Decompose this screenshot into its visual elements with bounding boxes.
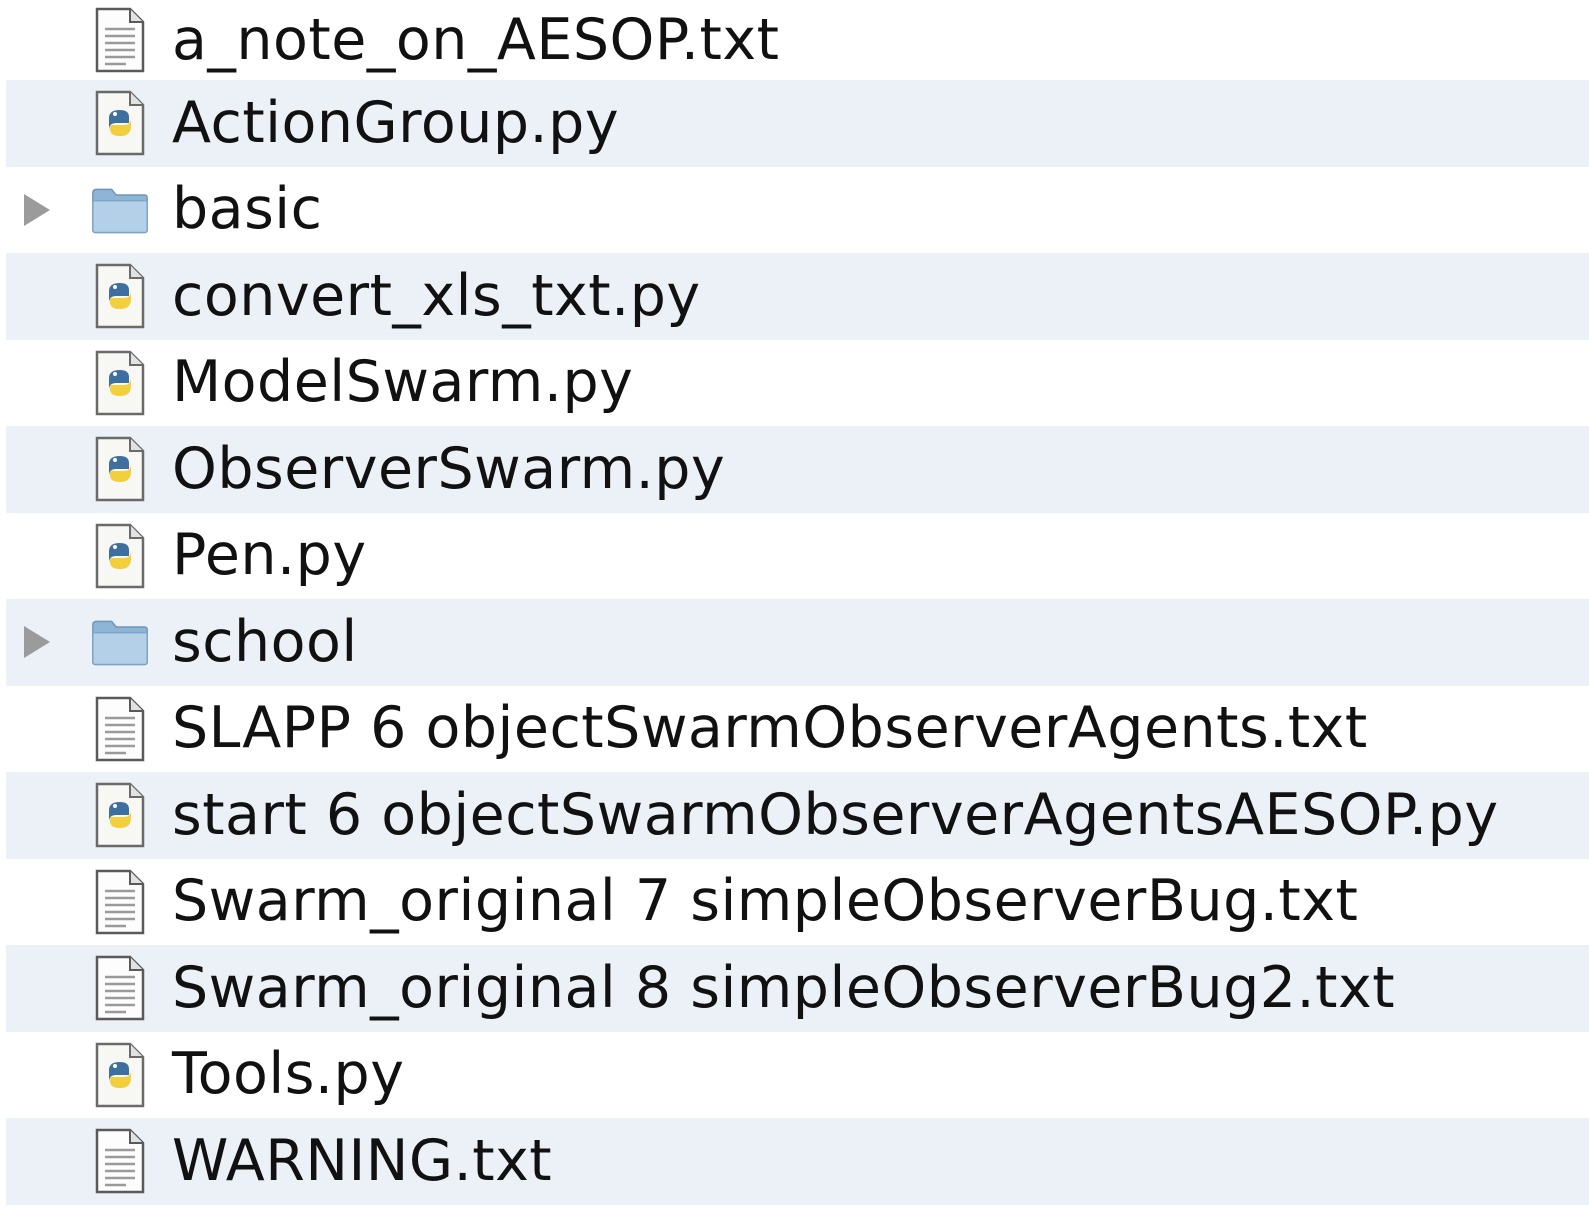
file-row[interactable]: convert_xls_txt.py [6, 253, 1589, 340]
file-row[interactable]: ModelSwarm.py [6, 340, 1589, 427]
file-name-label: a_note_on_AESOP.txt [172, 6, 780, 73]
folder-icon [90, 607, 150, 677]
text-file-icon [90, 694, 150, 764]
text-file-icon [90, 5, 150, 75]
file-row[interactable]: a_note_on_AESOP.txt [6, 0, 1589, 80]
file-row[interactable]: WARNING.txt [6, 1118, 1589, 1205]
file-name-label: convert_xls_txt.py [172, 262, 701, 329]
file-row[interactable]: SLAPP 6 objectSwarmObserverAgents.txt [6, 686, 1589, 773]
file-name-label: Pen.py [172, 522, 367, 589]
python-file-icon [90, 780, 150, 850]
file-name-label: ModelSwarm.py [172, 349, 634, 416]
python-file-icon [90, 521, 150, 591]
folder-icon [90, 175, 150, 245]
file-name-label: WARNING.txt [172, 1127, 553, 1194]
python-file-icon [90, 88, 150, 158]
file-name-label: basic [172, 176, 323, 243]
folder-row[interactable]: school [6, 599, 1589, 686]
file-name-label: ActionGroup.py [172, 89, 620, 156]
file-name-label: SLAPP 6 objectSwarmObserverAgents.txt [172, 695, 1368, 762]
text-file-icon [90, 1126, 150, 1196]
file-row[interactable]: Swarm_original 8 simpleObserverBug2.txt [6, 945, 1589, 1032]
file-name-label: Swarm_original 7 simpleObserverBug.txt [172, 868, 1359, 935]
disclosure-triangle-icon[interactable] [24, 193, 50, 226]
file-name-label: school [172, 608, 358, 675]
file-name-label: Swarm_original 8 simpleObserverBug2.txt [172, 954, 1396, 1021]
file-row[interactable]: ObserverSwarm.py [6, 426, 1589, 513]
text-file-icon [90, 953, 150, 1023]
file-list: a_note_on_AESOP.txt ActionGroup.py basic co… [6, 0, 1589, 1207]
python-file-icon [90, 434, 150, 504]
text-file-icon [90, 867, 150, 937]
file-name-label: ObserverSwarm.py [172, 435, 726, 502]
folder-row[interactable]: basic [6, 167, 1589, 254]
file-row[interactable]: Swarm_original 7 simpleObserverBug.txt [6, 859, 1589, 946]
disclosure-triangle-icon[interactable] [24, 626, 50, 659]
file-row[interactable]: ActionGroup.py [6, 80, 1589, 167]
file-row[interactable]: Pen.py [6, 513, 1589, 600]
file-row[interactable]: Tools.py [6, 1032, 1589, 1119]
python-file-icon [90, 1040, 150, 1110]
file-row[interactable]: start 6 objectSwarmObserverAgentsAESOP.p… [6, 772, 1589, 859]
file-name-label: start 6 objectSwarmObserverAgentsAESOP.p… [172, 781, 1499, 848]
python-file-icon [90, 348, 150, 418]
python-file-icon [90, 261, 150, 331]
file-name-label: Tools.py [172, 1041, 405, 1108]
